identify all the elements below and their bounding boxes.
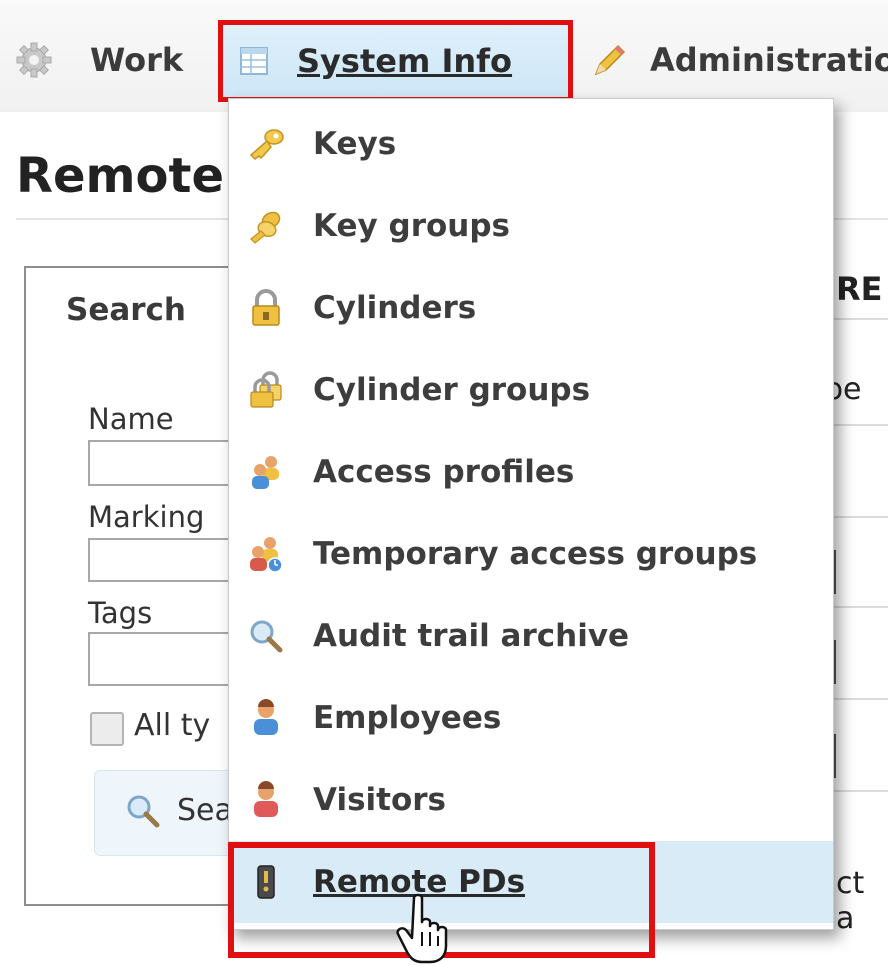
key-icon: [249, 129, 284, 160]
menu-item-label: Employees: [313, 700, 502, 736]
nav-administration-label: Administratio: [650, 41, 888, 79]
menu-item-label: Temporary access groups: [313, 536, 758, 572]
menu-item-temporary-access-groups[interactable]: Temporary access groups: [229, 513, 833, 595]
system-info-dropdown: Keys Key groups Cylinders Cylinder group…: [228, 98, 834, 930]
menu-item-keys[interactable]: Keys: [229, 103, 833, 185]
padlock-icon: [252, 289, 280, 326]
menu-item-cylinder-groups[interactable]: Cylinder groups: [229, 349, 833, 431]
menu-item-key-groups[interactable]: Key groups: [229, 185, 833, 267]
menu-item-label: Audit trail archive: [313, 618, 630, 654]
menu-item-audit-trail-archive[interactable]: Audit trail archive: [229, 595, 833, 677]
pencil-icon: [594, 44, 626, 76]
nav-administration[interactable]: Administratio: [588, 40, 888, 80]
tags-field-label: Tags: [88, 596, 153, 630]
menu-item-employees[interactable]: Employees: [229, 677, 833, 759]
menu-item-visitors[interactable]: Visitors: [229, 759, 833, 841]
remote-pd-icon: [257, 865, 275, 899]
employee-icon: [254, 699, 278, 735]
select-all-link[interactable]: ct a: [836, 866, 888, 936]
search-panel-heading: Search: [66, 292, 187, 328]
menu-item-remote-pds[interactable]: Remote PDs: [229, 841, 833, 923]
hand-cursor-icon: [396, 893, 448, 964]
marking-field-label: Marking: [88, 500, 205, 534]
magnifier-icon: [127, 795, 160, 828]
gear-icon: [16, 42, 52, 78]
temporary-access-icon: [250, 537, 283, 573]
nav-system-info-label: System Info: [297, 42, 513, 80]
menu-item-label: Cylinder groups: [313, 372, 591, 408]
menu-item-label: Key groups: [313, 208, 510, 244]
magnifier-icon: [250, 620, 283, 653]
nav-work-label: Work: [90, 41, 184, 79]
menu-item-label: Keys: [313, 126, 397, 162]
name-field-label: Name: [88, 402, 174, 436]
nav-work[interactable]: Work: [14, 40, 183, 80]
menu-item-label: Cylinders: [313, 290, 477, 326]
padlock-group-icon: [250, 371, 282, 408]
menu-item-label: Visitors: [313, 782, 447, 818]
visitor-icon: [254, 781, 278, 817]
menu-item-cylinders[interactable]: Cylinders: [229, 267, 833, 349]
all-types-label: All ty: [134, 708, 211, 743]
search-button-label: Sea: [177, 793, 233, 828]
nav-system-info[interactable]: System Info: [218, 20, 573, 102]
top-navigation-bar: Work System Info Administratio: [0, 0, 888, 112]
all-types-checkbox[interactable]: [90, 712, 124, 746]
key-group-icon: [250, 211, 281, 244]
results-header: RE: [836, 270, 883, 308]
menu-item-access-profiles[interactable]: Access profiles: [229, 431, 833, 513]
table-icon: [240, 47, 268, 75]
menu-item-label: Access profiles: [313, 454, 575, 490]
page-title: Remote: [16, 148, 225, 204]
access-profile-icon: [252, 456, 279, 489]
